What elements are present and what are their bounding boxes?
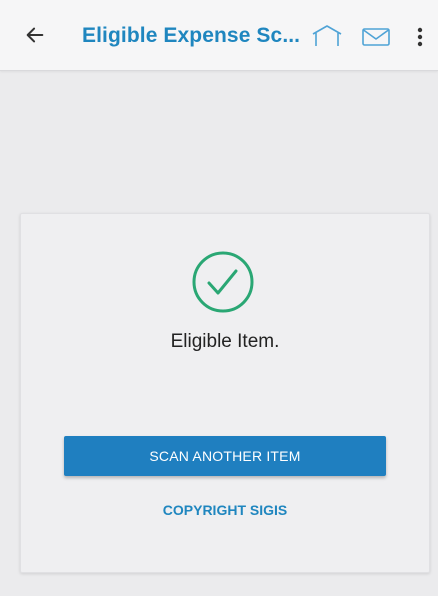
more-vertical-icon (417, 27, 423, 47)
home-button[interactable] (309, 23, 345, 49)
app-screen: Eligible Expense Sc... Eligible Item. SC… (0, 0, 438, 596)
copyright-link[interactable]: COPYRIGHT SIGIS (21, 502, 429, 518)
mail-button[interactable] (358, 24, 394, 50)
check-circle-icon (192, 251, 254, 313)
page-title: Eligible Expense Sc... (82, 24, 301, 47)
arrow-left-icon (26, 27, 44, 43)
mail-icon (362, 28, 390, 46)
app-bar: Eligible Expense Sc... (0, 0, 438, 71)
home-icon (312, 25, 342, 46)
back-button[interactable] (22, 22, 48, 48)
more-options-button[interactable] (408, 24, 432, 50)
result-card: Eligible Item. SCAN ANOTHER ITEM COPYRIG… (20, 213, 430, 573)
result-message: Eligible Item. (170, 331, 280, 352)
scan-another-item-button[interactable]: SCAN ANOTHER ITEM (64, 436, 386, 476)
